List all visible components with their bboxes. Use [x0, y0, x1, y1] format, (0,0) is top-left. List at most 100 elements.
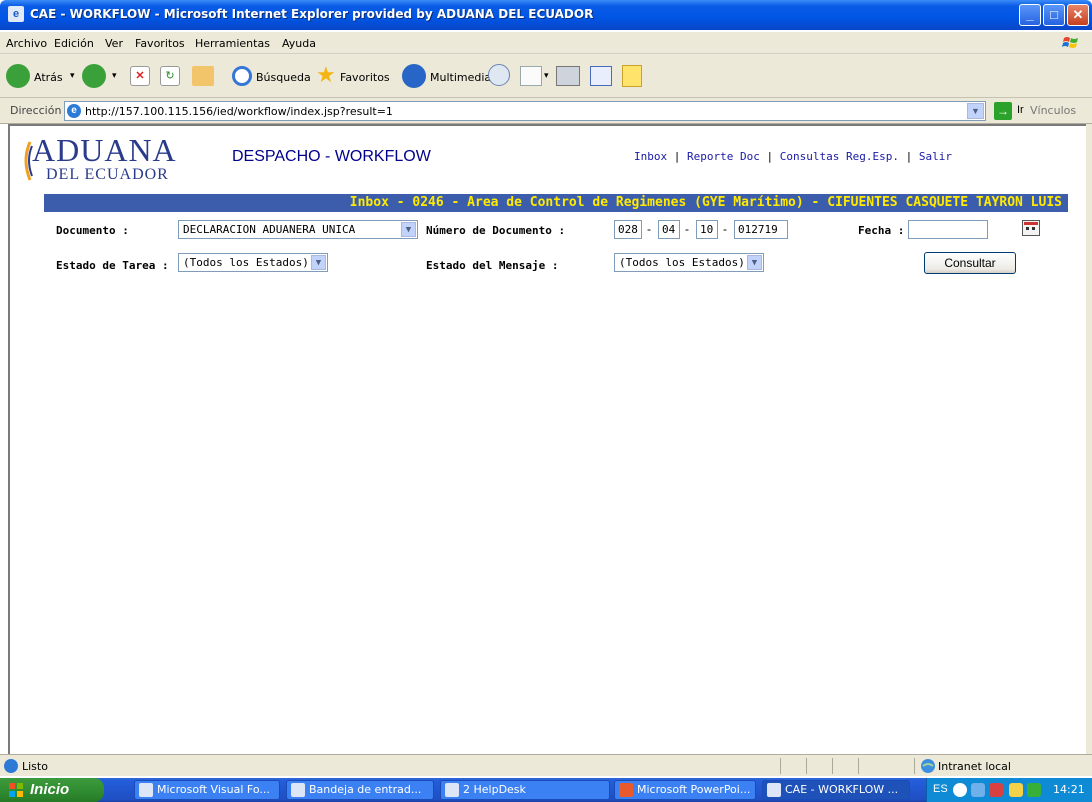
network-icon[interactable]: [971, 783, 985, 797]
minimize-button[interactable]: _: [1019, 4, 1041, 26]
logo-text-top: ADUANA: [32, 132, 177, 168]
start-button[interactable]: Inicio: [0, 778, 104, 802]
menu-ayuda[interactable]: Ayuda: [282, 37, 316, 50]
task-label: Bandeja de entrad...: [309, 783, 422, 796]
back-dropdown-icon[interactable]: ▾: [70, 70, 75, 81]
numero-part-1-input[interactable]: 028: [614, 220, 642, 239]
status-bar: Listo Intranet local: [0, 754, 1092, 776]
home-icon[interactable]: [192, 66, 214, 86]
estado-tarea-select[interactable]: (Todos los Estados) ▼: [178, 253, 328, 272]
window-title: CAE - WORKFLOW - Microsoft Internet Expl…: [30, 7, 594, 21]
fecha-input[interactable]: [908, 220, 988, 239]
chevron-down-icon[interactable]: ▼: [311, 255, 326, 270]
calendar-icon[interactable]: [1022, 220, 1040, 236]
forward-dropdown-icon[interactable]: ▾: [112, 70, 117, 81]
address-url[interactable]: http://157.100.115.156/ied/workflow/inde…: [85, 105, 393, 118]
task-label: CAE - WORKFLOW ...: [785, 783, 899, 796]
notes-icon[interactable]: [622, 65, 642, 87]
link-reporte-doc[interactable]: Reporte Doc: [687, 150, 760, 163]
numero-part-4-input[interactable]: 012719: [734, 220, 788, 239]
menu-archivo[interactable]: Archivo: [6, 37, 47, 50]
chevron-down-icon[interactable]: ▼: [747, 255, 762, 270]
task-label: Microsoft PowerPoi...: [637, 783, 751, 796]
link-inbox[interactable]: Inbox: [634, 150, 667, 163]
favorites-star-icon[interactable]: ★: [316, 64, 336, 86]
fecha-label: Fecha :: [858, 224, 905, 237]
menu-herramientas[interactable]: Herramientas: [195, 37, 270, 50]
back-button[interactable]: Atrás: [34, 71, 63, 84]
multimedia-button[interactable]: Multimedia: [430, 71, 491, 84]
favorites-button[interactable]: Favoritos: [340, 71, 390, 84]
windows-flag-icon: [9, 783, 23, 797]
numero-part-3-input[interactable]: 10: [696, 220, 718, 239]
search-button[interactable]: Búsqueda: [256, 71, 311, 84]
foxpro-icon: [139, 783, 153, 797]
stop-icon[interactable]: ✕: [130, 66, 150, 86]
status-divider: [914, 758, 915, 774]
go-arrow-icon[interactable]: →: [994, 102, 1012, 120]
security-zone-text: Intranet local: [938, 760, 1011, 773]
status-text: Listo: [22, 760, 48, 773]
documento-select[interactable]: DECLARACION ADUANERA UNICA ▼: [178, 220, 418, 239]
banner-text: Inbox - 0246 - Area de Control de Regime…: [349, 195, 1062, 210]
maximize-button[interactable]: □: [1043, 4, 1065, 26]
task-helpdesk-group[interactable]: 2 HelpDesk: [440, 780, 610, 800]
numero-documento-label: Número de Documento :: [426, 224, 566, 237]
search-icon[interactable]: [232, 66, 252, 86]
estado-mensaje-label: Estado del Mensaje :: [426, 259, 559, 272]
links-button[interactable]: Vínculos: [1030, 104, 1076, 117]
edit-icon[interactable]: [590, 66, 612, 86]
taskbar: Inicio Microsoft Visual Fo... Bandeja de…: [0, 778, 1092, 802]
numero-separator: -: [647, 222, 651, 236]
task-outlook-inbox[interactable]: Bandeja de entrad...: [286, 780, 434, 800]
mail-icon[interactable]: [520, 66, 542, 86]
history-icon[interactable]: [488, 64, 510, 86]
task-visual-foxpro[interactable]: Microsoft Visual Fo...: [134, 780, 280, 800]
menu-edicion[interactable]: Edición: [54, 37, 94, 50]
numero-separator: -: [723, 222, 727, 236]
address-bar: Dirección e http://157.100.115.156/ied/w…: [0, 98, 1092, 124]
multimedia-icon[interactable]: [402, 64, 426, 88]
address-label: Dirección: [10, 104, 62, 117]
numero-part-2-input[interactable]: 04: [658, 220, 680, 239]
menu-ver[interactable]: Ver: [105, 37, 123, 50]
refresh-icon[interactable]: ↻: [160, 66, 180, 86]
task-cae-workflow[interactable]: CAE - WORKFLOW ...: [762, 780, 910, 800]
app-title: DESPACHO - WORKFLOW: [232, 148, 431, 165]
address-input[interactable]: e http://157.100.115.156/ied/workflow/in…: [64, 101, 986, 121]
link-salir[interactable]: Salir: [919, 150, 952, 163]
print-icon[interactable]: [556, 66, 580, 86]
language-indicator[interactable]: ES: [933, 783, 948, 795]
clock[interactable]: 14:21: [1053, 783, 1085, 796]
forward-arrow-icon[interactable]: [82, 64, 106, 88]
ie-status-icon: [4, 759, 18, 773]
window-edge: [1086, 124, 1092, 754]
address-dropdown-icon[interactable]: ▼: [967, 103, 984, 119]
link-consultas-reg-esp[interactable]: Consultas Reg.Esp.: [780, 150, 899, 163]
toolbar: Atrás ▾ ▾ ✕ ↻ Búsqueda ★ Favoritos Multi…: [0, 54, 1092, 98]
documento-value: DECLARACION ADUANERA UNICA: [183, 223, 356, 236]
documento-label: Documento :: [56, 224, 129, 237]
menu-favoritos[interactable]: Favoritos: [135, 37, 185, 50]
back-arrow-icon[interactable]: [6, 64, 30, 88]
ie-icon: [767, 783, 781, 797]
task-label: 2 HelpDesk: [463, 783, 526, 796]
link-separator: |: [673, 150, 681, 163]
link-separator: |: [905, 150, 913, 163]
status-divider: [806, 758, 807, 774]
mail-dropdown-icon[interactable]: ▾: [544, 70, 549, 81]
title-bar[interactable]: e CAE - WORKFLOW - Microsoft Internet Ex…: [0, 0, 1092, 30]
estado-tarea-label: Estado de Tarea :: [56, 259, 169, 272]
messenger-icon[interactable]: [1009, 783, 1023, 797]
chevron-down-icon[interactable]: ▼: [401, 222, 416, 237]
inbox-banner: Inbox - 0246 - Area de Control de Regime…: [44, 194, 1068, 212]
security-icon[interactable]: [989, 783, 1003, 797]
consultar-button[interactable]: Consultar: [924, 252, 1016, 274]
close-button[interactable]: ✕: [1067, 4, 1089, 26]
tray-arrow-icon[interactable]: [953, 783, 967, 797]
monitor-icon[interactable]: [1027, 783, 1041, 797]
task-label: Microsoft Visual Fo...: [157, 783, 270, 796]
go-button[interactable]: Ir: [1017, 104, 1024, 116]
task-powerpoint[interactable]: Microsoft PowerPoi...: [614, 780, 756, 800]
estado-mensaje-select[interactable]: (Todos los Estados) ▼: [614, 253, 764, 272]
